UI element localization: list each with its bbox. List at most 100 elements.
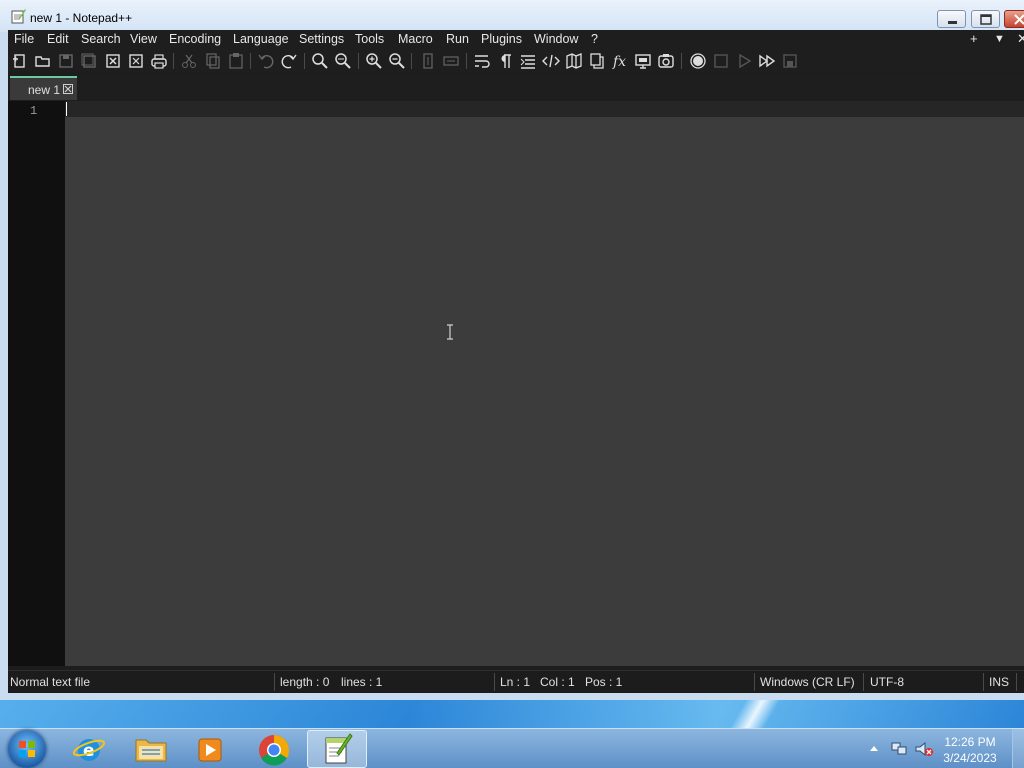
line-number: 1	[30, 104, 38, 118]
menu-help[interactable]: ?	[591, 32, 598, 46]
status-separator	[754, 673, 755, 691]
redo-icon[interactable]	[280, 52, 298, 70]
toolbar-separator	[466, 53, 467, 69]
status-separator	[494, 673, 495, 691]
function-list-icon[interactable]: fx	[611, 52, 629, 70]
status-bar: Normal text file length : 0 lines : 1 Ln…	[8, 670, 1024, 693]
sync-vertical-icon[interactable]	[419, 52, 437, 70]
paste-icon[interactable]	[227, 52, 245, 70]
maximize-button[interactable]	[971, 10, 1000, 28]
sync-horizontal-icon[interactable]	[442, 52, 460, 70]
undo-icon[interactable]	[257, 52, 275, 70]
save-icon[interactable]	[57, 52, 75, 70]
open-file-icon[interactable]	[34, 52, 52, 70]
close-window-button[interactable]	[1004, 10, 1024, 28]
close-all-icon[interactable]	[127, 52, 145, 70]
status-separator	[274, 673, 275, 691]
status-eol: Windows (CR LF)	[760, 675, 855, 689]
file-explorer-icon	[135, 739, 167, 762]
menu-edit[interactable]: Edit	[47, 32, 69, 46]
start-button[interactable]	[8, 730, 46, 768]
tab-list-dropdown-icon[interactable]: ▼	[994, 33, 1005, 45]
close-icon[interactable]	[104, 52, 122, 70]
status-insert-mode: INS	[989, 675, 1010, 689]
menu-settings[interactable]: Settings	[299, 32, 344, 46]
play-macro-icon[interactable]	[735, 52, 753, 70]
toolbar-separator	[681, 53, 682, 69]
text-caret	[66, 102, 67, 116]
taskbar-media-player[interactable]	[183, 730, 237, 768]
status-ln: Ln : 1	[500, 675, 531, 689]
new-file-icon[interactable]	[11, 52, 29, 70]
window-title: new 1 - Notepad++	[30, 11, 133, 25]
show-hidden-icons-icon[interactable]	[869, 744, 879, 752]
menu-plugins[interactable]: Plugins	[481, 32, 522, 46]
tab-bar: new 1	[8, 76, 1024, 100]
close-document-icon[interactable]: ✕	[1017, 31, 1024, 47]
ibeam-cursor-icon	[447, 324, 453, 340]
screenshot-icon[interactable]	[657, 52, 675, 70]
media-player-icon	[198, 738, 222, 762]
zoom-out-icon[interactable]	[388, 52, 406, 70]
taskbar-internet-explorer[interactable]: e	[62, 730, 116, 768]
status-col: Col : 1	[540, 675, 575, 689]
menu-search[interactable]: Search	[81, 32, 121, 46]
find-icon[interactable]	[311, 52, 329, 70]
line-number-gutter[interactable]: 1	[8, 101, 65, 666]
text-editor[interactable]: 1	[8, 101, 1024, 666]
toolbar-separator	[358, 53, 359, 69]
indent-guide-icon[interactable]	[519, 52, 537, 70]
tab-label: new 1	[28, 83, 61, 97]
svg-text:fx: fx	[612, 54, 626, 70]
menu-encoding[interactable]: Encoding	[169, 32, 221, 46]
status-file-type: Normal text file	[10, 675, 91, 689]
tab-new-1[interactable]: new 1	[10, 76, 77, 100]
stop-record-icon[interactable]	[712, 52, 730, 70]
network-icon[interactable]	[890, 741, 908, 757]
desktop-wallpaper	[0, 700, 1024, 728]
show-all-chars-icon[interactable]	[496, 52, 514, 70]
record-macro-icon[interactable]	[689, 52, 707, 70]
title-bar[interactable]: new 1 - Notepad++	[0, 0, 1024, 32]
status-pos: Pos : 1	[585, 675, 623, 689]
document-map-icon[interactable]	[565, 52, 583, 70]
cut-icon[interactable]	[180, 52, 198, 70]
toolbar-separator	[304, 53, 305, 69]
print-icon[interactable]	[150, 52, 168, 70]
run-multiple-macro-icon[interactable]	[758, 52, 776, 70]
menu-view[interactable]: View	[130, 32, 157, 46]
save-macro-icon[interactable]	[781, 52, 799, 70]
taskbar-notepad-plus-plus[interactable]	[307, 730, 367, 768]
menu-bar: File Edit Search View Encoding Language …	[8, 30, 1024, 50]
save-all-icon[interactable]	[80, 52, 98, 70]
replace-icon[interactable]	[334, 52, 352, 70]
status-length: length : 0	[280, 675, 330, 689]
add-tab-plus-icon[interactable]: +	[970, 31, 978, 46]
menu-run[interactable]: Run	[446, 32, 469, 46]
document-list-icon[interactable]	[588, 52, 606, 70]
notepad-plus-plus-window: new 1 - Notepad++ File Edit Search View …	[0, 0, 1024, 700]
taskbar-chrome[interactable]	[247, 730, 301, 768]
tab-close-icon[interactable]	[63, 84, 73, 94]
monitoring-icon[interactable]	[634, 52, 652, 70]
menu-language[interactable]: Language	[233, 32, 289, 46]
taskbar-file-explorer[interactable]	[124, 730, 178, 768]
clock-date: 3/24/2023	[943, 751, 997, 765]
minimize-button[interactable]	[937, 10, 966, 28]
word-wrap-icon[interactable]	[473, 52, 491, 70]
taskbar: e 12:26 PM 3/24/2023	[0, 728, 1024, 768]
xml-tag-icon[interactable]	[542, 52, 560, 70]
zoom-in-icon[interactable]	[365, 52, 383, 70]
menu-macro[interactable]: Macro	[398, 32, 433, 46]
toolbar-separator	[250, 53, 251, 69]
show-desktop-button[interactable]	[1012, 729, 1024, 768]
internet-explorer-icon: e	[72, 739, 106, 761]
status-separator	[863, 673, 864, 691]
copy-icon[interactable]	[204, 52, 222, 70]
system-clock[interactable]: 12:26 PM 3/24/2023	[930, 734, 1010, 766]
menu-tools[interactable]: Tools	[355, 32, 384, 46]
status-separator	[1016, 673, 1017, 691]
menu-file[interactable]: File	[14, 32, 34, 46]
menu-window[interactable]: Window	[534, 32, 578, 46]
desktop-taskbar-area: e 12:26 PM 3/24/2023	[0, 700, 1024, 768]
